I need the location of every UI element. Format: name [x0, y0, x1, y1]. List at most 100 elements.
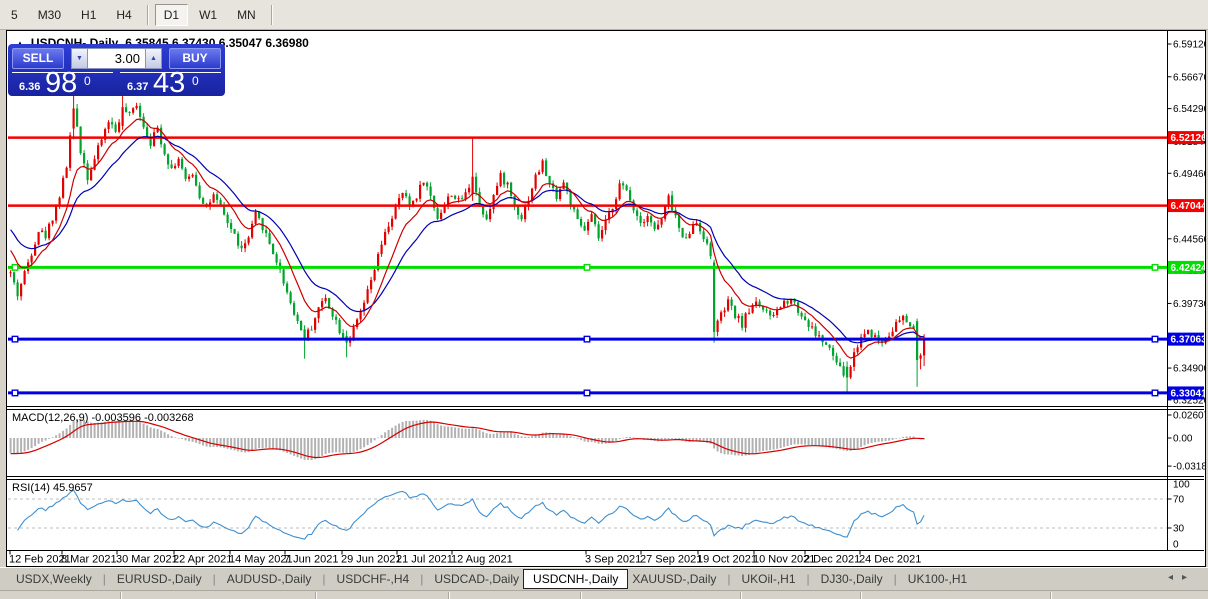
level-drag-handle[interactable]: [1151, 263, 1159, 271]
status-bar-separator: [1050, 592, 1052, 599]
one-click-trading-panel: SELL ▼ ▲ BUY 6.36 98 0 6.37 43 0: [8, 44, 225, 99]
price-tick-label: 6.56670: [1173, 72, 1205, 83]
volume-input[interactable]: [88, 47, 145, 69]
date-tick-label: 22 Apr 2021: [173, 554, 232, 566]
moving-average-fast: [10, 118, 925, 359]
chart-tab-dj30-daily[interactable]: DJ30-,Daily: [817, 570, 887, 588]
rsi-axis-label: 30: [1173, 524, 1185, 535]
timeframe-button-d1[interactable]: D1: [154, 3, 189, 26]
tab-separator: |: [893, 572, 897, 586]
candles-layer: [9, 88, 926, 393]
macd-axis-label: -0.03187: [1173, 462, 1205, 473]
level-price-badge-label: 6.52126: [1171, 133, 1206, 144]
level-drag-handle[interactable]: [583, 335, 591, 343]
tab-scroll-left-icon[interactable]: ◂: [1168, 572, 1182, 583]
chart-window: 6.591206.566706.542906.518406.494606.445…: [6, 30, 1206, 567]
timeframe-button-w1[interactable]: W1: [190, 4, 226, 26]
sell-price-point: 0: [84, 74, 91, 88]
sell-price-pips: 98: [45, 67, 78, 99]
tab-separator: |: [212, 572, 216, 586]
chart-tab-usdcnh-daily[interactable]: USDCNH-,Daily: [523, 569, 629, 589]
chart-tab-usdchf-h4[interactable]: USDCHF-,H4: [333, 570, 414, 588]
sell-button[interactable]: SELL: [12, 47, 64, 69]
toolbar-separator: [146, 4, 149, 25]
sell-price-display[interactable]: 6.36 98 0: [12, 67, 113, 99]
volume-decrease-button[interactable]: ▼: [71, 47, 88, 69]
level-price-badge-label: 6.33041: [1171, 388, 1206, 399]
moving-average-slow: [10, 135, 925, 344]
level-price-badge-label: 6.37063: [1171, 335, 1206, 346]
chart-tab-eurusd-daily[interactable]: EURUSD-,Daily: [113, 570, 206, 588]
symbol-tab-bar: USDX,Weekly | EURUSD-,Daily | AUDUSD-,Daily |…: [0, 567, 1208, 590]
date-tick-label: 7 Jun 2021: [284, 554, 338, 566]
one-click-price-row: 6.36 98 0 6.37 43 0: [12, 67, 221, 99]
chart-tab-ukoil-h1[interactable]: UKOil-,H1: [738, 570, 800, 588]
tab-separator: |: [806, 572, 810, 586]
chart-tab-xauusd-daily[interactable]: XAUUSD-,Daily: [628, 570, 720, 588]
buy-price-pips: 43: [153, 67, 186, 99]
price-tick-label: 6.59120: [1173, 40, 1205, 51]
status-bar-separator: [315, 592, 317, 599]
level-drag-handle[interactable]: [1151, 389, 1159, 397]
status-bar-separator: [120, 592, 122, 599]
level-price-badge-label: 6.42424: [1171, 263, 1206, 274]
status-bar: [0, 590, 1208, 599]
rsi-axis-label: 100: [1173, 480, 1190, 491]
price-tick-label: 6.39730: [1173, 299, 1205, 310]
date-tick-label: 19 Oct 2021: [697, 554, 757, 566]
macd-axis-label: 0.00: [1173, 434, 1193, 445]
toolbar-separator: [270, 4, 273, 25]
tab-separator: |: [102, 572, 106, 586]
buy-price-point: 0: [192, 74, 199, 88]
status-bar-separator: [448, 592, 450, 599]
volume-increase-button[interactable]: ▲: [145, 47, 162, 69]
status-bar-separator: [860, 592, 862, 599]
chart-tab-usdx-weekly[interactable]: USDX,Weekly: [12, 570, 96, 588]
rsi-line: [17, 489, 925, 540]
date-tick-label: 3 Sep 2021: [585, 554, 641, 566]
tab-separator: |: [322, 572, 326, 586]
date-tick-label: 27 Sep 2021: [640, 554, 702, 566]
price-tick-label: 6.34900: [1173, 364, 1205, 375]
timeframe-button-m30[interactable]: M30: [29, 4, 70, 26]
tab-scroll-arrows: ◂▸: [1168, 572, 1196, 583]
date-tick-label: 2 Dec 2021: [804, 554, 860, 566]
chart-tab-uk100-h1[interactable]: UK100-,H1: [904, 570, 971, 588]
rsi-axis-label: 0: [1173, 540, 1179, 551]
timeframe-button-h1[interactable]: H1: [72, 4, 105, 26]
tab-separator: |: [420, 572, 424, 586]
trading-terminal: { "toolbar": { "timeframes": [ {"label":…: [0, 0, 1208, 599]
level-drag-handle[interactable]: [1151, 335, 1159, 343]
buy-price-display[interactable]: 6.37 43 0: [120, 67, 221, 99]
chart-tab-audusd-daily[interactable]: AUDUSD-,Daily: [223, 570, 316, 588]
buy-button[interactable]: BUY: [169, 47, 221, 69]
timeframe-button-h4[interactable]: H4: [107, 4, 140, 26]
pane-frame: [7, 31, 1204, 551]
rsi-indicator-label: RSI(14) 45.9657: [12, 482, 93, 494]
level-drag-handle[interactable]: [583, 389, 591, 397]
date-tick-label: 24 Dec 2021: [859, 554, 921, 566]
level-drag-handle[interactable]: [11, 389, 19, 397]
macd-axis-label: 0.02607: [1173, 411, 1205, 422]
chart-tab-usdcad-daily[interactable]: USDCAD-,Daily: [430, 570, 523, 588]
level-drag-handle[interactable]: [11, 263, 19, 271]
buy-price-prefix: 6.37: [127, 81, 149, 93]
macd-indicator-label: MACD(12,26,9) -0.003596 -0.003268: [12, 412, 194, 424]
chart-canvas: 6.591206.566706.542906.518406.494606.445…: [7, 31, 1205, 566]
timeframe-button-mn[interactable]: MN: [228, 4, 265, 26]
price-tick-label: 6.44560: [1173, 234, 1205, 245]
date-axis: 12 Feb 20218 Mar 2021 30 Mar 202122 Apr 2…: [9, 550, 921, 566]
tab-scroll-right-icon[interactable]: ▸: [1182, 572, 1196, 583]
timeframe-button-5[interactable]: 5: [2, 4, 27, 26]
sell-price-prefix: 6.36: [19, 81, 41, 93]
date-tick-label: 29 Jun 2021: [341, 554, 402, 566]
rsi-axis-label: 70: [1173, 495, 1185, 506]
timeframe-toolbar: 5 M30 H1 H4 D1 W1 MN: [0, 0, 1208, 30]
date-tick-label: 12 Aug 2021: [451, 554, 513, 566]
date-tick-label: 30 Mar 2021: [116, 554, 178, 566]
price-tick-label: 6.49460: [1173, 169, 1205, 180]
level-drag-handle[interactable]: [11, 335, 19, 343]
level-drag-handle[interactable]: [583, 263, 591, 271]
price-levels-layer: [8, 136, 1167, 397]
date-tick-label: 21 Jul 2021: [396, 554, 453, 566]
